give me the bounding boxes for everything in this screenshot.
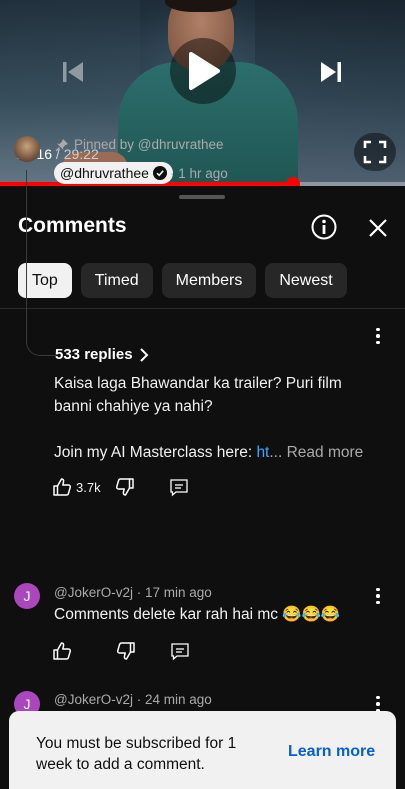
more-vert-icon-dot bbox=[376, 702, 380, 706]
comment-line: Join my AI Masterclass here: ht... Read … bbox=[54, 441, 363, 464]
comment-line-text: Join my AI Masterclass here: bbox=[54, 444, 257, 461]
chip-members[interactable]: Members bbox=[161, 263, 257, 298]
video-player[interactable]: 21:16 / 29:22 bbox=[0, 0, 405, 186]
chip-timed[interactable]: Timed bbox=[80, 263, 153, 298]
pin-icon bbox=[55, 138, 68, 151]
more-vert-icon-dot bbox=[376, 594, 380, 598]
play-icon bbox=[189, 52, 220, 90]
close-button[interactable] bbox=[366, 216, 390, 240]
comment-line: Kaisa laga Bhawandar ka trailer? Puri fi… bbox=[54, 375, 342, 392]
reply-icon bbox=[171, 643, 189, 661]
comment-line: banni chahiye ya nahi? bbox=[54, 398, 213, 415]
avatar[interactable]: J bbox=[14, 583, 40, 609]
dislike-button[interactable] bbox=[116, 641, 136, 661]
author-chip[interactable]: @dhruvrathee bbox=[54, 162, 173, 184]
pinned-label: Pinned by @dhruvrathee bbox=[55, 137, 224, 152]
filter-chips: Top Timed Members Newest bbox=[18, 263, 347, 298]
thumbs-up-icon bbox=[53, 642, 72, 660]
more-vert-icon bbox=[376, 587, 380, 592]
more-vert-icon-dot bbox=[376, 340, 380, 345]
reply-icon bbox=[169, 479, 188, 497]
view-replies-button[interactable]: 533 replies bbox=[55, 346, 149, 363]
drag-handle[interactable] bbox=[179, 195, 225, 199]
more-options-button[interactable] bbox=[368, 324, 388, 348]
comment-time: · 1 hr ago bbox=[170, 166, 228, 181]
more-vert-icon bbox=[376, 695, 380, 700]
comment-body: Kaisa laga Bhawandar ka trailer? Puri fi… bbox=[54, 372, 363, 464]
learn-more-button[interactable]: Learn more bbox=[288, 743, 375, 761]
comment-spacer bbox=[54, 418, 363, 441]
subscription-snackbar: You must be subscribed for 1 week to add… bbox=[9, 711, 396, 789]
comment-actions: 3.7k bbox=[52, 477, 189, 497]
more-vert-icon-dot bbox=[376, 600, 380, 605]
thumbs-down-icon bbox=[116, 642, 135, 660]
masterclass-link[interactable]: ht bbox=[256, 444, 269, 461]
read-more-button[interactable]: ... Read more bbox=[269, 444, 363, 461]
info-button[interactable] bbox=[310, 213, 338, 241]
thumbs-up-icon bbox=[53, 478, 72, 496]
author-name: @dhruvrathee bbox=[60, 165, 149, 181]
comment-body: Comments delete kar rah hai mc 😂😂😂 bbox=[54, 606, 341, 623]
like-button[interactable]: 3.7k bbox=[52, 477, 101, 497]
close-icon bbox=[369, 219, 387, 237]
reply-button[interactable] bbox=[170, 641, 190, 661]
replies-count: 533 replies bbox=[55, 346, 133, 363]
previous-button[interactable] bbox=[48, 48, 100, 96]
thumbs-down-icon bbox=[115, 478, 134, 496]
info-icon bbox=[311, 214, 337, 240]
fullscreen-button[interactable] bbox=[354, 133, 396, 171]
like-count: 3.7k bbox=[76, 479, 101, 495]
comment-actions bbox=[52, 641, 190, 661]
pinned-text: Pinned by @dhruvrathee bbox=[74, 137, 224, 152]
like-button[interactable] bbox=[52, 641, 72, 661]
next-button[interactable] bbox=[304, 48, 356, 96]
scrubber-handle[interactable] bbox=[286, 177, 301, 186]
comment-author-time[interactable]: @JokerO-v2j · 24 min ago bbox=[54, 692, 212, 707]
more-options-button[interactable] bbox=[368, 584, 388, 608]
thread-line bbox=[26, 170, 56, 356]
verified-icon bbox=[152, 166, 167, 180]
reply-button[interactable] bbox=[169, 477, 189, 497]
more-vert-icon bbox=[376, 327, 380, 332]
play-button[interactable] bbox=[170, 38, 236, 104]
next-icon bbox=[321, 62, 341, 82]
chip-newest[interactable]: Newest bbox=[265, 263, 347, 298]
avatar[interactable] bbox=[14, 136, 40, 162]
previous-icon bbox=[63, 62, 83, 82]
snackbar-message: You must be subscribed for 1 week to add… bbox=[36, 735, 237, 773]
comment-author-time[interactable]: @JokerO-v2j · 17 min ago bbox=[54, 585, 212, 600]
fullscreen-icon bbox=[363, 140, 387, 164]
chevron-right-icon bbox=[139, 347, 148, 362]
dislike-button[interactable] bbox=[115, 477, 135, 497]
more-vert-icon-dot bbox=[376, 334, 380, 338]
divider bbox=[0, 308, 405, 309]
